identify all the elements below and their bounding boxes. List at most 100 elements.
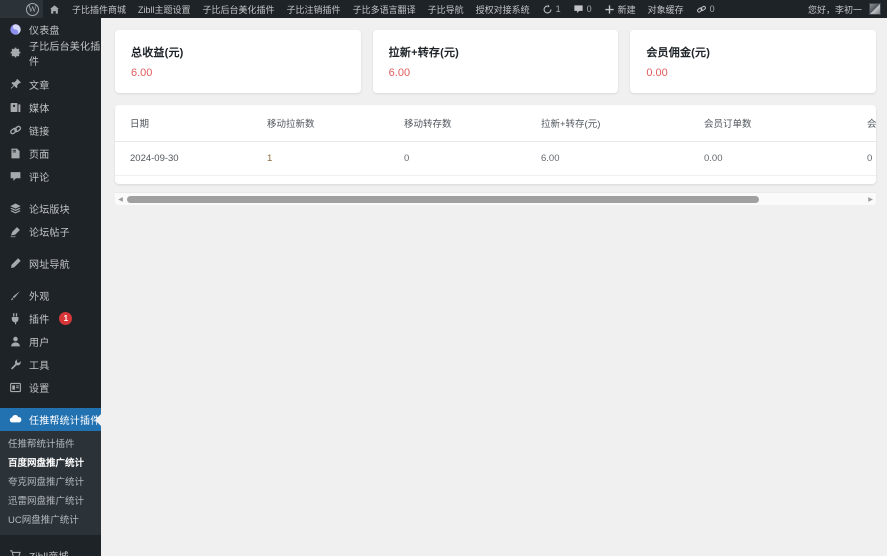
column-header-member-commission: 会员佣金(元) <box>867 119 876 130</box>
sidebar-item-media[interactable]: 媒体 <box>0 96 101 119</box>
adminbar-item-2[interactable]: 子比后台美化插件 <box>197 0 281 18</box>
adminbar-item-label: 子比插件商城 <box>72 4 127 15</box>
adminbar-item-6[interactable]: 授权对接系统 <box>470 0 536 18</box>
cell-mobile-new: 1 <box>267 153 273 164</box>
adminbar-item-1[interactable]: Zibll主题设置 <box>132 0 197 18</box>
home-icon <box>49 4 60 15</box>
sidebar-item-settings[interactable]: 设置 <box>0 376 101 399</box>
table-row: 2024-09-30 1 0 6.00 0.00 0 <box>115 142 876 176</box>
plus-icon <box>604 4 615 15</box>
updates-count: 1 <box>555 4 561 14</box>
new-content-button[interactable]: 新建 <box>598 0 642 18</box>
sidebar-item-topics[interactable]: 论坛帖子 <box>0 220 101 243</box>
sidebar-item-label: 评论 <box>29 173 50 184</box>
comments-count: 0 <box>586 4 592 14</box>
sidebar-item-posts[interactable]: 文章 <box>0 73 101 96</box>
adminbar-item-4[interactable]: 子比多语言翻译 <box>347 0 422 18</box>
scrollbar-thumb[interactable] <box>127 195 759 203</box>
submenu-item-uc-pan-stats[interactable]: UC网盘推广统计 <box>0 511 101 530</box>
card-value: 6.00 <box>388 67 411 79</box>
submenu-item-label: 迅雷网盘推广统计 <box>8 495 85 507</box>
sidebar-item-label: 任推帮统计插件 <box>29 416 101 427</box>
sidebar-item-plugins[interactable]: 插件 1 <box>0 307 101 330</box>
object-cache-label: 对象缓存 <box>647 4 684 15</box>
pin-icon <box>8 78 22 92</box>
links-button[interactable]: 0 <box>690 0 721 18</box>
sidebar-item-appearance[interactable]: 外观 <box>0 284 101 307</box>
menu-separator <box>0 399 101 408</box>
sidebar-item-navigation[interactable]: 网址导航 <box>0 252 101 275</box>
sidebar-item-label: 工具 <box>29 361 50 372</box>
cloud-icon <box>8 413 22 427</box>
menu-separator <box>0 275 101 284</box>
cell-new-plus-save: 6.00 <box>541 153 560 164</box>
sidebar-item-label: 论坛版块 <box>29 205 70 216</box>
sidebar-item-zibi-beautify[interactable]: 子比后台美化插件 <box>0 41 101 68</box>
tools-icon <box>8 358 22 372</box>
sidebar-item-label: 文章 <box>29 81 50 92</box>
column-header-date: 日期 <box>130 119 150 130</box>
adminbar-item-5[interactable]: 子比导航 <box>422 0 470 18</box>
submenu-item-label: 百度网盘推广统计 <box>8 457 85 469</box>
scrollbar-track[interactable] <box>126 193 865 206</box>
card-value: 6.00 <box>131 67 153 79</box>
card-title: 拉新+转存(元) <box>388 47 460 59</box>
submenu-item-quark-pan-stats[interactable]: 夸克网盘推广统计 <box>0 473 101 492</box>
object-cache-button[interactable]: 对象缓存 <box>642 0 690 18</box>
comments-button[interactable]: 0 <box>567 0 598 18</box>
sidebar-item-label: 媒体 <box>29 104 50 115</box>
stats-table: 日期 移动拉新数 移动转存数 拉新+转存(元) 会员订单数 会员佣金(元) 20… <box>115 105 876 176</box>
updates-button[interactable]: 1 <box>536 0 567 18</box>
plugins-icon <box>8 312 22 326</box>
my-account-menu[interactable]: 您好，李初一 <box>802 0 887 18</box>
submenu-item-rentuibang-stats[interactable]: 任推帮统计插件 <box>0 435 101 454</box>
sidebar-item-label: 插件 <box>29 315 50 326</box>
site-name-menu[interactable] <box>43 0 66 18</box>
sidebar-item-label: 外观 <box>29 292 50 303</box>
sidebar-item-label: 设置 <box>29 384 50 395</box>
horizontal-scrollbar[interactable]: ◀ ▶ <box>115 192 876 205</box>
submenu-item-baidu-pan-stats[interactable]: 百度网盘推广统计 <box>0 454 101 473</box>
submenu-item-label: 夸克网盘推广统计 <box>8 476 85 488</box>
sidebar-item-pages[interactable]: 页面 <box>0 142 101 165</box>
plugins-update-badge: 1 <box>59 312 73 325</box>
users-icon <box>8 335 22 349</box>
menu-separator <box>0 188 101 197</box>
card-title: 总收益(元) <box>131 47 184 59</box>
dashboard-icon <box>8 23 22 37</box>
adminbar-item-0[interactable]: 子比插件商城 <box>66 0 132 18</box>
adminbar-item-3[interactable]: 子比注销插件 <box>281 0 347 18</box>
sidebar-item-users[interactable]: 用户 <box>0 330 101 353</box>
page-icon <box>8 147 22 161</box>
topic-icon <box>8 225 22 239</box>
card-title: 会员佣金(元) <box>646 47 711 59</box>
settings-icon <box>8 381 22 395</box>
link-icon <box>8 124 22 138</box>
sidebar-item-zibll-shop[interactable]: Zibll商城 <box>0 544 101 556</box>
sidebar-item-label: Zibll商城 <box>29 548 69 556</box>
comment-icon <box>573 4 584 15</box>
wordpress-logo-icon: W <box>26 2 39 16</box>
adminbar-item-label: 子比注销插件 <box>286 4 341 15</box>
submenu-item-xunlei-pan-stats[interactable]: 迅雷网盘推广统计 <box>0 492 101 511</box>
admin-sidebar: 仪表盘 子比后台美化插件 文章 媒体 链接 页面 评论 论坛版块 论坛帖子 网址… <box>0 18 101 556</box>
scroll-left-icon[interactable]: ◀ <box>115 193 126 206</box>
table-head: 日期 移动拉新数 移动转存数 拉新+转存(元) 会员订单数 会员佣金(元) <box>115 105 876 142</box>
cell-mobile-save: 0 <box>404 153 410 164</box>
column-header-member-orders: 会员订单数 <box>704 119 752 130</box>
sidebar-item-forums[interactable]: 论坛版块 <box>0 197 101 220</box>
adminbar-item-label: 授权对接系统 <box>475 4 530 15</box>
submenu-item-label: UC网盘推广统计 <box>8 514 79 526</box>
wp-logo-menu[interactable]: W <box>0 0 43 18</box>
sidebar-item-comments[interactable]: 评论 <box>0 165 101 188</box>
navigation-icon <box>8 257 22 271</box>
sidebar-item-rentuibang-stats[interactable]: 任推帮统计插件 <box>0 408 101 431</box>
scroll-right-icon[interactable]: ▶ <box>865 193 876 206</box>
summary-card-new-plus-save: 拉新+转存(元) 6.00 <box>372 30 619 93</box>
link-icon <box>696 4 707 15</box>
sidebar-item-tools[interactable]: 工具 <box>0 353 101 376</box>
sidebar-item-links[interactable]: 链接 <box>0 119 101 142</box>
adminbar-item-label: 子比后台美化插件 <box>202 4 275 15</box>
cell-date: 2024-09-30 <box>130 153 179 164</box>
update-icon <box>542 4 553 15</box>
